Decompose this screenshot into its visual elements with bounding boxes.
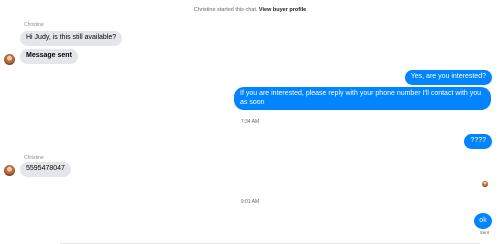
incoming-message: 5595478047: [20, 162, 71, 177]
outgoing-message: Yes, are you interested?: [404, 70, 492, 85]
read-receipt-avatar: [482, 181, 488, 187]
sender-name: Christine: [24, 22, 44, 28]
christine-avatar[interactable]: [4, 165, 15, 176]
incoming-message: Message sent: [20, 49, 78, 64]
view-buyer-profile-link[interactable]: View buyer profile: [259, 7, 306, 13]
outgoing-message: ok: [474, 213, 492, 229]
chat-start-text: Christine started this chat.: [193, 7, 258, 13]
outgoing-message: If you are interested, please reply with…: [234, 87, 491, 110]
chat-start-notice: Christine started this chat. View buyer …: [0, 7, 500, 13]
outgoing-message: ????: [464, 134, 492, 149]
timestamp: 9:01 AM: [240, 199, 260, 205]
timestamp: 7:34 AM: [240, 119, 260, 125]
incoming-message: Hi Judy, is this still available?: [20, 31, 123, 46]
christine-avatar[interactable]: [4, 54, 15, 65]
sender-name: Christine: [24, 155, 44, 161]
message-status: Sent: [479, 230, 489, 235]
